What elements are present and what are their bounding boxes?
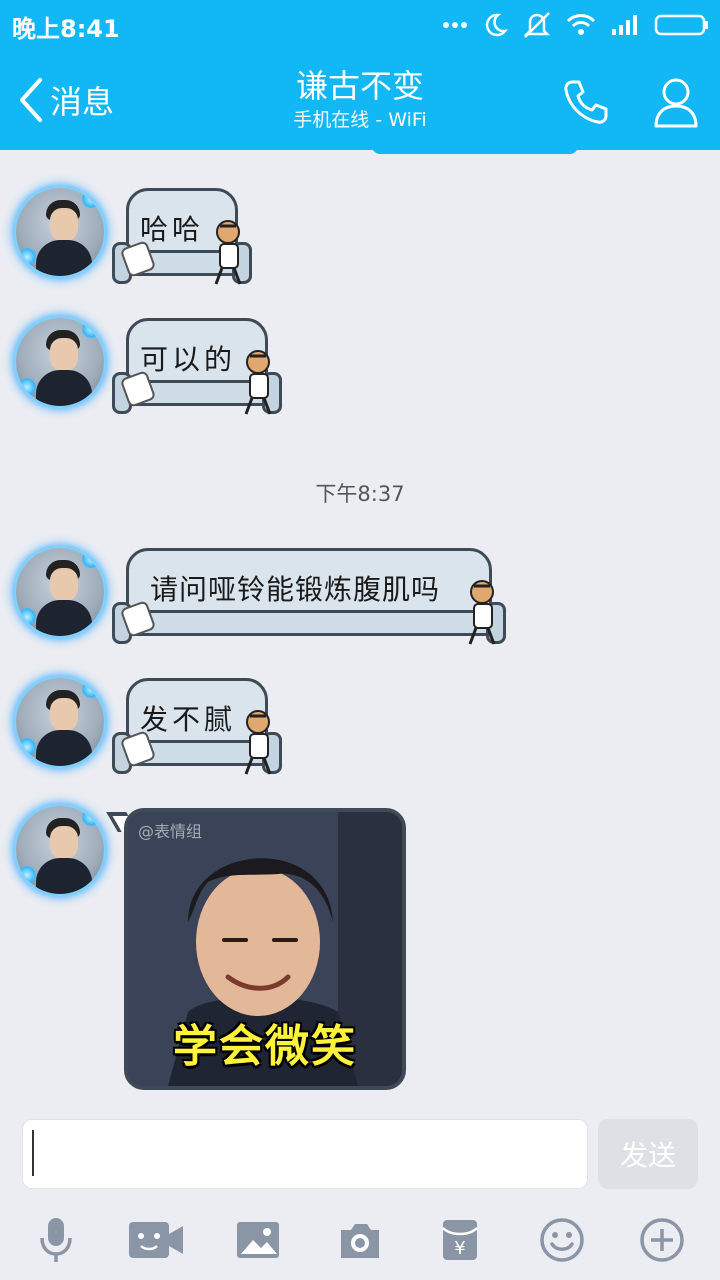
sticker-bubble[interactable]: 请问哑铃能锻炼腹肌吗	[112, 548, 506, 648]
status-time: 晚上8:41	[12, 15, 120, 43]
album-button[interactable]	[228, 1212, 288, 1268]
avatar[interactable]	[16, 318, 104, 406]
sticker-bubble[interactable]: 可以的	[112, 318, 282, 418]
emoji-icon	[540, 1218, 584, 1262]
input-bar: 发送	[0, 1110, 720, 1200]
profile-button[interactable]	[648, 74, 704, 130]
cartoon-man-icon	[214, 220, 242, 285]
title-block: 谦古不变 手机在线 - WiFi	[160, 66, 560, 134]
sticker-bubble[interactable]: 发不腻	[112, 678, 282, 778]
cartoon-man-icon	[244, 710, 272, 775]
avatar[interactable]	[16, 678, 104, 766]
image-message[interactable]: @表情组 学会微笑	[124, 808, 406, 1090]
message-text: 请问哑铃能锻炼腹肌吗	[150, 573, 441, 606]
message-text: 发不腻	[140, 703, 237, 736]
send-button[interactable]: 发送	[598, 1119, 698, 1189]
camera-button[interactable]	[330, 1212, 390, 1268]
message-input[interactable]	[22, 1119, 588, 1189]
image-icon	[237, 1222, 279, 1258]
online-status: 手机在线 - WiFi	[293, 109, 427, 131]
text-cursor	[32, 1130, 34, 1176]
avatar[interactable]	[16, 548, 104, 636]
chat-title: 谦古不变	[295, 67, 424, 105]
plus-icon	[640, 1218, 684, 1262]
microphone-icon	[40, 1218, 72, 1262]
status-bar: 晚上8:41	[0, 0, 720, 50]
input-toolbar: ¥	[0, 1200, 720, 1280]
mute-icon	[523, 12, 551, 38]
chat-header: 消息 谦古不变 手机在线 - WiFi	[0, 50, 720, 150]
time-divider: 下午8:37	[315, 482, 405, 506]
voice-button[interactable]	[26, 1212, 86, 1268]
sticker-bubble[interactable]: 哈哈	[112, 188, 252, 288]
chevron-left-icon	[20, 78, 42, 122]
message-item: @表情组 学会微笑	[0, 806, 720, 1096]
svg-text:¥: ¥	[454, 1238, 465, 1259]
more-button[interactable]	[632, 1212, 692, 1268]
signal-icon	[612, 15, 637, 35]
wifi-icon	[566, 14, 596, 35]
phone-icon	[564, 80, 608, 124]
person-icon	[654, 78, 698, 128]
avatar[interactable]	[16, 806, 104, 894]
status-icons	[442, 10, 710, 40]
red-packet-icon: ¥	[442, 1220, 478, 1260]
video-icon	[129, 1222, 183, 1258]
red-packet-button[interactable]: ¥	[430, 1212, 490, 1268]
moon-icon	[485, 13, 508, 37]
more-dots-icon	[443, 22, 467, 28]
cartoon-man-icon	[244, 350, 272, 415]
video-button[interactable]	[126, 1212, 186, 1268]
message-text: 可以的	[140, 343, 237, 376]
chat-area[interactable]: 哈哈 可以的 下午8:37 请问哑铃能锻炼腹肌吗 发不腻 @表情组 学会微笑	[0, 150, 720, 1110]
camera-icon	[341, 1224, 379, 1258]
image-caption: 学会微笑	[173, 1021, 357, 1072]
cartoon-man-icon	[468, 580, 496, 645]
image-watermark: @表情组	[138, 822, 203, 841]
back-label: 消息	[50, 83, 115, 121]
emoji-button[interactable]	[532, 1212, 592, 1268]
call-button[interactable]	[558, 74, 614, 130]
back-button[interactable]: 消息	[18, 74, 114, 126]
message-text: 哈哈	[140, 213, 205, 246]
avatar[interactable]	[16, 188, 104, 276]
battery-icon	[654, 14, 708, 36]
